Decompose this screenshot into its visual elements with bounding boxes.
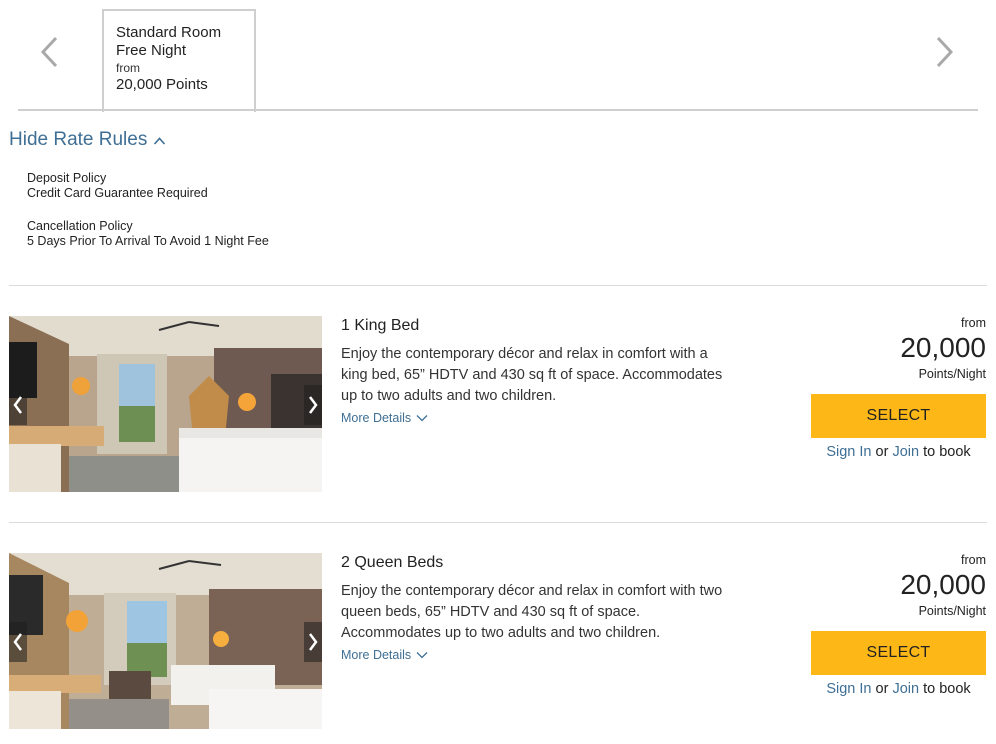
room-title: 2 Queen Beds [341,554,444,571]
chevron-down-icon [416,415,428,422]
to-book-text: to book [923,681,971,697]
rate-carousel: Standard Room Free Night from 20,000 Poi… [0,0,996,112]
hide-rate-rules-label: Hide Rate Rules [9,129,148,150]
price-points: 20,000 [900,569,986,600]
to-book-text: to book [923,444,971,460]
cancellation-policy-title: Cancellation Policy [27,219,133,233]
room-description: Enjoy the contemporary décor and relax i… [341,346,723,404]
chevron-right-icon [309,396,318,414]
room-photo-carousel [9,316,322,492]
rate-tab-standard-room[interactable]: Standard Room Free Night from 20,000 Poi… [102,9,256,112]
chevron-left-icon [13,633,22,651]
more-details-label: More Details [341,411,412,425]
deposit-policy: Deposit Policy Credit Card Guarantee Req… [27,171,208,201]
chevron-up-icon [154,136,166,145]
price-from-label: from [961,316,986,330]
more-details-link[interactable]: More Details [341,411,428,425]
rate-tab-points: 20,000 Points [116,76,208,93]
deposit-policy-title: Deposit Policy [27,171,107,185]
photo-prev-button[interactable] [9,385,27,425]
hide-rate-rules-toggle[interactable]: Hide Rate Rules [9,129,166,151]
photo-prev-button[interactable] [9,622,27,662]
room-photo [9,316,322,492]
sign-in-to-book: Sign In or Join to book [811,681,986,697]
price-unit: Points/Night [918,604,986,618]
or-text: or [875,681,889,697]
chevron-down-icon [416,652,428,659]
room-card: 2 Queen Beds Enjoy the contemporary déco… [0,553,996,733]
sign-in-to-book: Sign In or Join to book [811,444,986,460]
sign-in-link[interactable]: Sign In [826,681,871,697]
price-unit: Points/Night [918,367,986,381]
sign-in-link[interactable]: Sign In [826,444,871,460]
room-title: 1 King Bed [341,317,420,334]
rate-tab-from: from [116,61,140,75]
photo-next-button[interactable] [304,385,322,425]
chevron-left-icon[interactable] [38,34,62,70]
select-button[interactable]: SELECT [811,394,986,438]
photo-next-button[interactable] [304,622,322,662]
price-from-label: from [961,553,986,567]
room-photo [9,553,322,729]
more-details-link[interactable]: More Details [341,648,428,662]
cancellation-policy-value: 5 Days Prior To Arrival To Avoid 1 Night… [27,234,269,248]
chevron-right-icon [309,633,318,651]
room-photo-carousel [9,553,322,729]
deposit-policy-value: Credit Card Guarantee Required [27,186,208,200]
chevron-left-icon [13,396,22,414]
rate-tab-baseline [18,109,978,111]
divider [9,522,987,523]
room-description: Enjoy the contemporary décor and relax i… [341,583,723,641]
rate-tab-line1: Standard Room [116,24,222,41]
rate-tab-line2: Free Night [116,42,187,59]
divider [9,285,987,286]
or-text: or [875,444,889,460]
cancellation-policy: Cancellation Policy 5 Days Prior To Arri… [27,219,269,249]
join-link[interactable]: Join [892,444,919,460]
price-points: 20,000 [900,332,986,363]
room-card: 1 King Bed Enjoy the contemporary décor … [0,316,996,496]
join-link[interactable]: Join [892,681,919,697]
chevron-right-icon[interactable] [932,34,956,70]
select-button[interactable]: SELECT [811,631,986,675]
more-details-label: More Details [341,648,412,662]
